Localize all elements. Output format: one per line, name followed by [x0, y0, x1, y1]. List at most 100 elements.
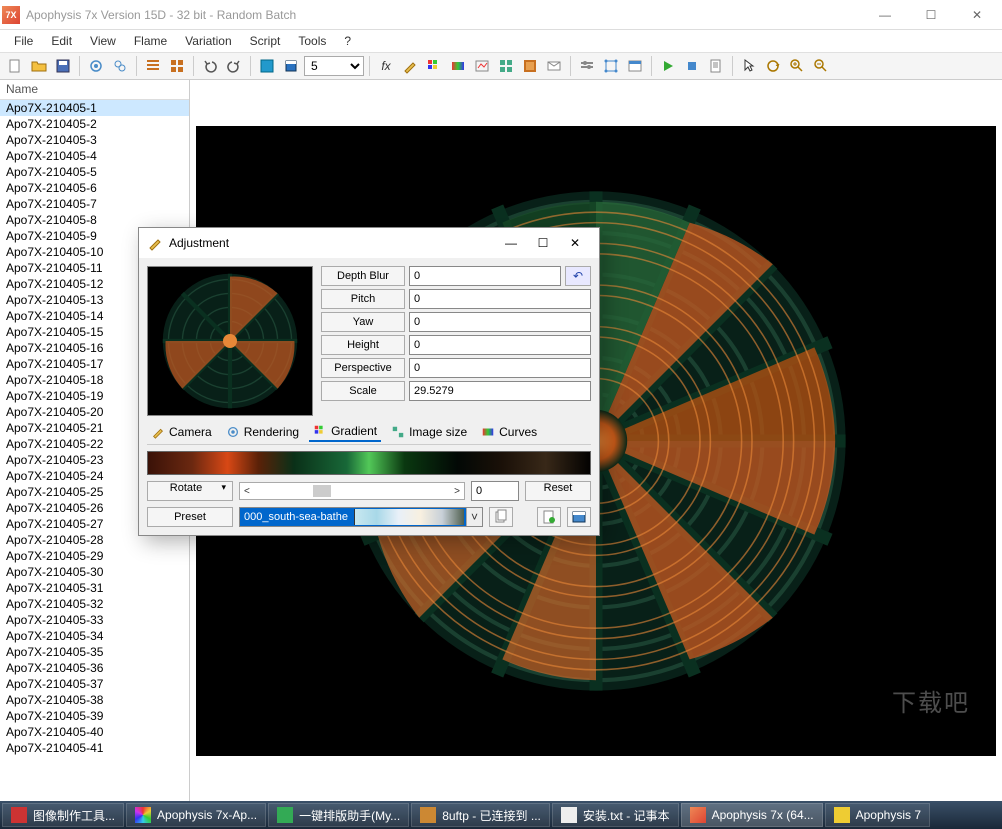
image-size-icon[interactable]: [519, 55, 541, 77]
task-item[interactable]: 安装.txt - 记事本: [552, 803, 679, 827]
menu-edit[interactable]: Edit: [43, 32, 80, 50]
flame-list-item[interactable]: Apo7X-210405-3: [0, 132, 189, 148]
flame-list-item[interactable]: Apo7X-210405-34: [0, 628, 189, 644]
zoom-out-icon[interactable]: [810, 55, 832, 77]
adjust-icon[interactable]: [471, 55, 493, 77]
menu-view[interactable]: View: [82, 32, 124, 50]
flame-list-item[interactable]: Apo7X-210405-31: [0, 580, 189, 596]
gradient-icon[interactable]: [447, 55, 469, 77]
copy-preset-button[interactable]: [489, 507, 513, 527]
preset-select[interactable]: 000_south-sea-bathe ˅: [239, 507, 483, 527]
settings-icon[interactable]: [576, 55, 598, 77]
menu-flame[interactable]: Flame: [126, 32, 175, 50]
save-preset-button[interactable]: [537, 507, 561, 527]
reset-button[interactable]: Reset: [525, 481, 591, 501]
task-item[interactable]: 一键排版助手(My...: [268, 803, 409, 827]
flame-list-item[interactable]: Apo7X-210405-40: [0, 724, 189, 740]
save-icon[interactable]: [52, 55, 74, 77]
quality-select[interactable]: 5: [304, 56, 364, 76]
gradient-preview-bar[interactable]: [147, 451, 591, 475]
dialog-titlebar[interactable]: Adjustment — ☐ ✕: [139, 228, 599, 258]
height-label[interactable]: Height: [321, 335, 405, 355]
slider-left-arrow[interactable]: <: [240, 486, 254, 497]
new-flame-icon[interactable]: [4, 55, 26, 77]
tab-camera[interactable]: Camera: [147, 422, 216, 442]
redo-icon[interactable]: [223, 55, 245, 77]
dialog-minimize-button[interactable]: —: [495, 231, 527, 255]
tab-curves[interactable]: Curves: [477, 422, 541, 442]
height-input[interactable]: [409, 335, 591, 355]
flame-list-item[interactable]: Apo7X-210405-5: [0, 164, 189, 180]
options-icon[interactable]: [624, 55, 646, 77]
minimize-button[interactable]: —: [862, 0, 908, 30]
fullscreen-icon[interactable]: [256, 55, 278, 77]
gradient-slider[interactable]: < >: [239, 482, 465, 500]
flame-list-item[interactable]: Apo7X-210405-37: [0, 676, 189, 692]
preset-label[interactable]: Preset: [147, 507, 233, 527]
flame-list-item[interactable]: Apo7X-210405-29: [0, 548, 189, 564]
browse-preset-button[interactable]: [567, 507, 591, 527]
list-view-icon[interactable]: [142, 55, 164, 77]
list-header-name[interactable]: Name: [0, 80, 189, 100]
palette-icon[interactable]: [423, 55, 445, 77]
render-icon[interactable]: [85, 55, 107, 77]
rotate-tool-icon[interactable]: [762, 55, 784, 77]
flame-list-item[interactable]: Apo7X-210405-2: [0, 116, 189, 132]
task-item[interactable]: Apophysis 7x-Ap...: [126, 803, 266, 827]
tab-image-size[interactable]: Image size: [387, 422, 471, 442]
flame-list-item[interactable]: Apo7X-210405-1: [0, 100, 189, 116]
menu-script[interactable]: Script: [242, 32, 289, 50]
menu-file[interactable]: File: [6, 32, 41, 50]
task-item[interactable]: Apophysis 7x (64...: [681, 803, 823, 827]
flame-list-item[interactable]: Apo7X-210405-4: [0, 148, 189, 164]
perspective-input[interactable]: [409, 358, 591, 378]
flame-list-item[interactable]: Apo7X-210405-39: [0, 708, 189, 724]
yaw-label[interactable]: Yaw: [321, 312, 405, 332]
flame-list-item[interactable]: Apo7X-210405-30: [0, 564, 189, 580]
fx-icon[interactable]: fx: [375, 55, 397, 77]
slider-value-input[interactable]: [471, 481, 519, 501]
scale-input[interactable]: [409, 381, 591, 401]
dialog-close-button[interactable]: ✕: [559, 231, 591, 255]
pitch-input[interactable]: [409, 289, 591, 309]
pitch-label[interactable]: Pitch: [321, 289, 405, 309]
render-all-icon[interactable]: [109, 55, 131, 77]
pointer-icon[interactable]: [738, 55, 760, 77]
slider-right-arrow[interactable]: >: [450, 486, 464, 497]
tab-rendering[interactable]: Rendering: [222, 422, 303, 442]
undo-icon[interactable]: [199, 55, 221, 77]
dialog-maximize-button[interactable]: ☐: [527, 231, 559, 255]
depth-blur-label[interactable]: Depth Blur: [321, 266, 405, 286]
flame-list-item[interactable]: Apo7X-210405-6: [0, 180, 189, 196]
scale-label[interactable]: Scale: [321, 381, 405, 401]
window-icon[interactable]: [280, 55, 302, 77]
maximize-button[interactable]: ☐: [908, 0, 954, 30]
flame-list-item[interactable]: Apo7X-210405-41: [0, 740, 189, 756]
transform-icon[interactable]: [600, 55, 622, 77]
flame-list-item[interactable]: Apo7X-210405-38: [0, 692, 189, 708]
undo-param-button[interactable]: ↶: [565, 266, 591, 286]
menu-tools[interactable]: Tools: [290, 32, 334, 50]
menu-variation[interactable]: Variation: [177, 32, 239, 50]
flame-list-item[interactable]: Apo7X-210405-8: [0, 212, 189, 228]
task-item[interactable]: Apophysis 7: [825, 803, 930, 827]
rotate-dropdown[interactable]: Rotate: [147, 481, 233, 501]
play-icon[interactable]: [657, 55, 679, 77]
perspective-label[interactable]: Perspective: [321, 358, 405, 378]
flame-list-item[interactable]: Apo7X-210405-36: [0, 660, 189, 676]
tab-gradient[interactable]: Gradient: [309, 422, 381, 442]
flame-list-item[interactable]: Apo7X-210405-32: [0, 596, 189, 612]
task-item[interactable]: 图像制作工具...: [2, 803, 124, 827]
editor-icon[interactable]: [399, 55, 421, 77]
script-edit-icon[interactable]: [705, 55, 727, 77]
close-button[interactable]: ✕: [954, 0, 1000, 30]
open-icon[interactable]: [28, 55, 50, 77]
yaw-input[interactable]: [409, 312, 591, 332]
chevron-down-icon[interactable]: ˅: [466, 508, 482, 526]
stop-icon[interactable]: [681, 55, 703, 77]
task-item[interactable]: 8uftp - 已连接到 ...: [411, 803, 550, 827]
flame-list-item[interactable]: Apo7X-210405-35: [0, 644, 189, 660]
mutation-icon[interactable]: [495, 55, 517, 77]
grid-view-icon[interactable]: [166, 55, 188, 77]
slider-thumb[interactable]: [313, 485, 331, 497]
